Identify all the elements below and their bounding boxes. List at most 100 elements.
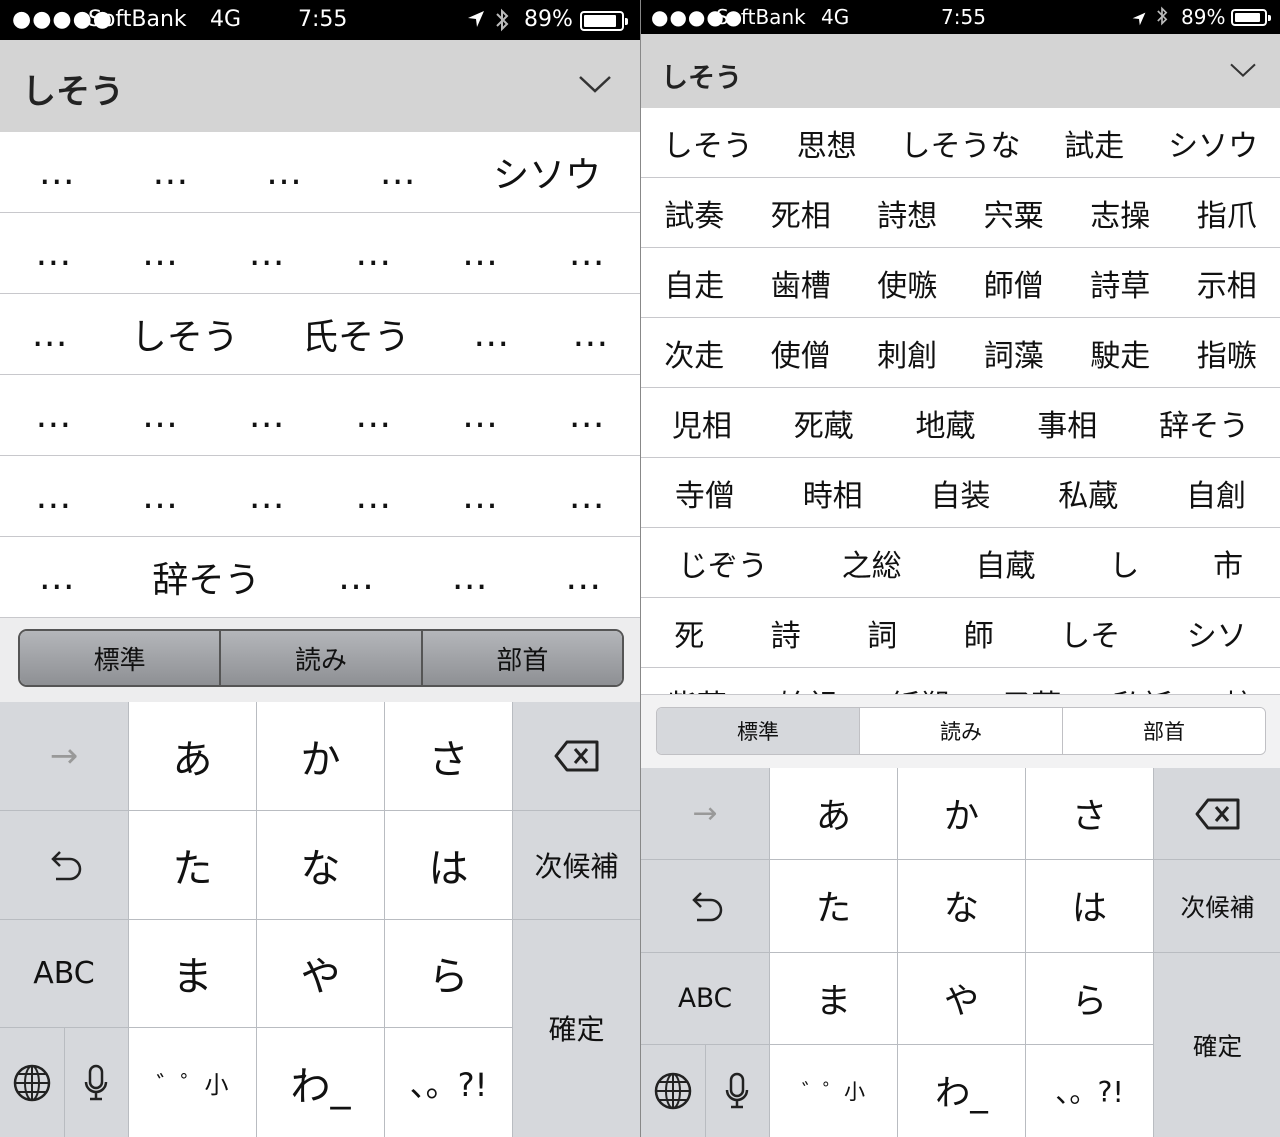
mic-key[interactable] <box>705 1044 769 1137</box>
tab-radical[interactable]: 部首 <box>420 631 622 685</box>
candidate-item[interactable]: 児相 <box>672 401 732 445</box>
key-na[interactable]: な <box>898 860 1025 952</box>
candidate-item[interactable]: … <box>473 314 509 355</box>
key-ka[interactable]: か <box>898 768 1025 860</box>
candidate-item[interactable]: … <box>249 476 285 517</box>
candidate-item[interactable]: 死蔵 <box>794 401 854 445</box>
candidate-item[interactable]: シソ <box>1187 611 1247 655</box>
candidate-item[interactable]: 死相 <box>771 191 831 235</box>
candidate-item[interactable]: … <box>249 233 285 274</box>
candidate-item[interactable]: … <box>569 476 605 517</box>
candidate-item[interactable]: … <box>355 476 391 517</box>
next-arrow-key[interactable]: → <box>641 768 769 860</box>
candidate-item[interactable]: … <box>35 395 71 436</box>
candidate-item[interactable]: 子葬 <box>1001 681 1061 695</box>
candidate-item[interactable]: 自蔵 <box>975 541 1035 585</box>
candidate-item[interactable]: 試走 <box>1064 121 1124 165</box>
candidate-item[interactable]: 試奏 <box>664 191 724 235</box>
key-sa[interactable]: さ <box>385 702 512 810</box>
candidate-item[interactable]: しそう <box>131 308 239 360</box>
key-ta[interactable]: た <box>770 860 897 952</box>
next-candidate-key[interactable]: 次候補 <box>1154 860 1280 952</box>
candidate-item[interactable]: しそ <box>1060 611 1120 655</box>
key-wa[interactable]: わ_ <box>257 1028 384 1137</box>
tab-reading[interactable]: 読み <box>219 631 421 685</box>
candidate-item[interactable]: 使嗾 <box>877 261 937 305</box>
candidate-item[interactable]: … <box>39 152 75 193</box>
candidate-item[interactable]: 次走 <box>664 331 724 375</box>
candidate-item[interactable]: 私訴 <box>1113 681 1173 695</box>
candidate-item[interactable]: 私蔵 <box>1058 471 1118 515</box>
candidate-item[interactable]: しそうな <box>900 121 1020 165</box>
candidate-item[interactable]: 辞そう <box>152 551 260 603</box>
candidate-item[interactable]: 之総 <box>842 541 902 585</box>
candidate-item[interactable]: … <box>572 314 608 355</box>
key-ta[interactable]: た <box>129 810 256 919</box>
tab-radical[interactable]: 部首 <box>1062 708 1265 754</box>
candidate-item[interactable]: 師 <box>964 611 994 655</box>
candidate-item[interactable]: 梓 <box>1224 681 1254 695</box>
candidate-item[interactable]: シソウ <box>493 146 601 198</box>
candidate-item[interactable]: 紙塑 <box>890 681 950 695</box>
candidate-item[interactable]: … <box>452 557 488 598</box>
key-ka[interactable]: か <box>257 702 384 810</box>
key-na[interactable]: な <box>257 810 384 919</box>
key-ya[interactable]: や <box>257 919 384 1028</box>
candidate-item[interactable]: 宍粟 <box>984 191 1044 235</box>
tab-reading[interactable]: 読み <box>859 708 1062 754</box>
candidate-item[interactable]: 思想 <box>797 121 857 165</box>
next-arrow-key[interactable]: → <box>0 702 128 810</box>
confirm-key[interactable]: 確定 <box>513 919 640 1137</box>
dakuten-key[interactable]: ゛゜小 <box>129 1028 256 1137</box>
candidate-item[interactable]: … <box>35 233 71 274</box>
candidate-item[interactable]: 時相 <box>803 471 863 515</box>
candidate-item[interactable]: 地蔵 <box>915 401 975 445</box>
candidate-item[interactable]: … <box>380 152 416 193</box>
key-wa[interactable]: わ_ <box>898 1044 1025 1137</box>
candidate-item[interactable]: … <box>338 557 374 598</box>
backspace-key[interactable] <box>513 702 640 810</box>
candidate-item[interactable]: 氏そう <box>302 308 410 360</box>
candidate-item[interactable]: … <box>355 395 391 436</box>
candidate-item[interactable]: 駛走 <box>1090 331 1150 375</box>
candidate-item[interactable]: 志操 <box>1090 191 1150 235</box>
candidate-item[interactable]: 歯槽 <box>771 261 831 305</box>
candidate-item[interactable]: 示相 <box>1197 261 1257 305</box>
candidate-item[interactable]: 詩草 <box>1090 261 1150 305</box>
candidate-item[interactable]: 詞藻 <box>984 331 1044 375</box>
candidate-item[interactable]: … <box>462 395 498 436</box>
candidate-item[interactable]: 事相 <box>1037 401 1097 445</box>
key-ha[interactable]: は <box>1026 860 1153 952</box>
candidate-item[interactable]: … <box>249 395 285 436</box>
candidate-item[interactable]: … <box>569 233 605 274</box>
key-ma[interactable]: ま <box>129 919 256 1028</box>
tab-standard[interactable]: 標準 <box>657 708 859 754</box>
candidate-item[interactable]: … <box>32 314 68 355</box>
candidate-item[interactable]: 辞そう <box>1159 401 1249 445</box>
candidate-item[interactable]: 始祖 <box>778 681 838 695</box>
tab-standard[interactable]: 標準 <box>20 631 220 685</box>
chevron-down-icon[interactable] <box>578 74 612 98</box>
candidate-item[interactable]: 指爪 <box>1197 191 1257 235</box>
candidate-item[interactable]: … <box>35 476 71 517</box>
candidate-item[interactable]: … <box>152 152 188 193</box>
confirm-key[interactable]: 確定 <box>1154 952 1280 1137</box>
candidate-item[interactable]: 自走 <box>664 261 724 305</box>
dakuten-key[interactable]: ゛゜小 <box>770 1044 897 1137</box>
candidate-item[interactable]: … <box>565 557 601 598</box>
candidate-item[interactable]: … <box>462 233 498 274</box>
candidate-item[interactable]: 死 <box>674 611 704 655</box>
mic-key[interactable] <box>64 1028 128 1137</box>
backspace-key[interactable] <box>1154 768 1280 860</box>
key-ya[interactable]: や <box>898 952 1025 1044</box>
key-sa[interactable]: さ <box>1026 768 1153 860</box>
candidate-item[interactable]: じぞう <box>678 541 768 585</box>
key-ra[interactable]: ら <box>385 919 512 1028</box>
candidate-item[interactable]: 師僧 <box>984 261 1044 305</box>
candidate-item[interactable]: … <box>462 476 498 517</box>
candidate-item[interactable]: 自装 <box>930 471 990 515</box>
candidate-item[interactable]: … <box>142 476 178 517</box>
candidate-item[interactable]: 使僧 <box>771 331 831 375</box>
candidate-item[interactable]: 刺創 <box>877 331 937 375</box>
candidate-item[interactable]: … <box>355 233 391 274</box>
